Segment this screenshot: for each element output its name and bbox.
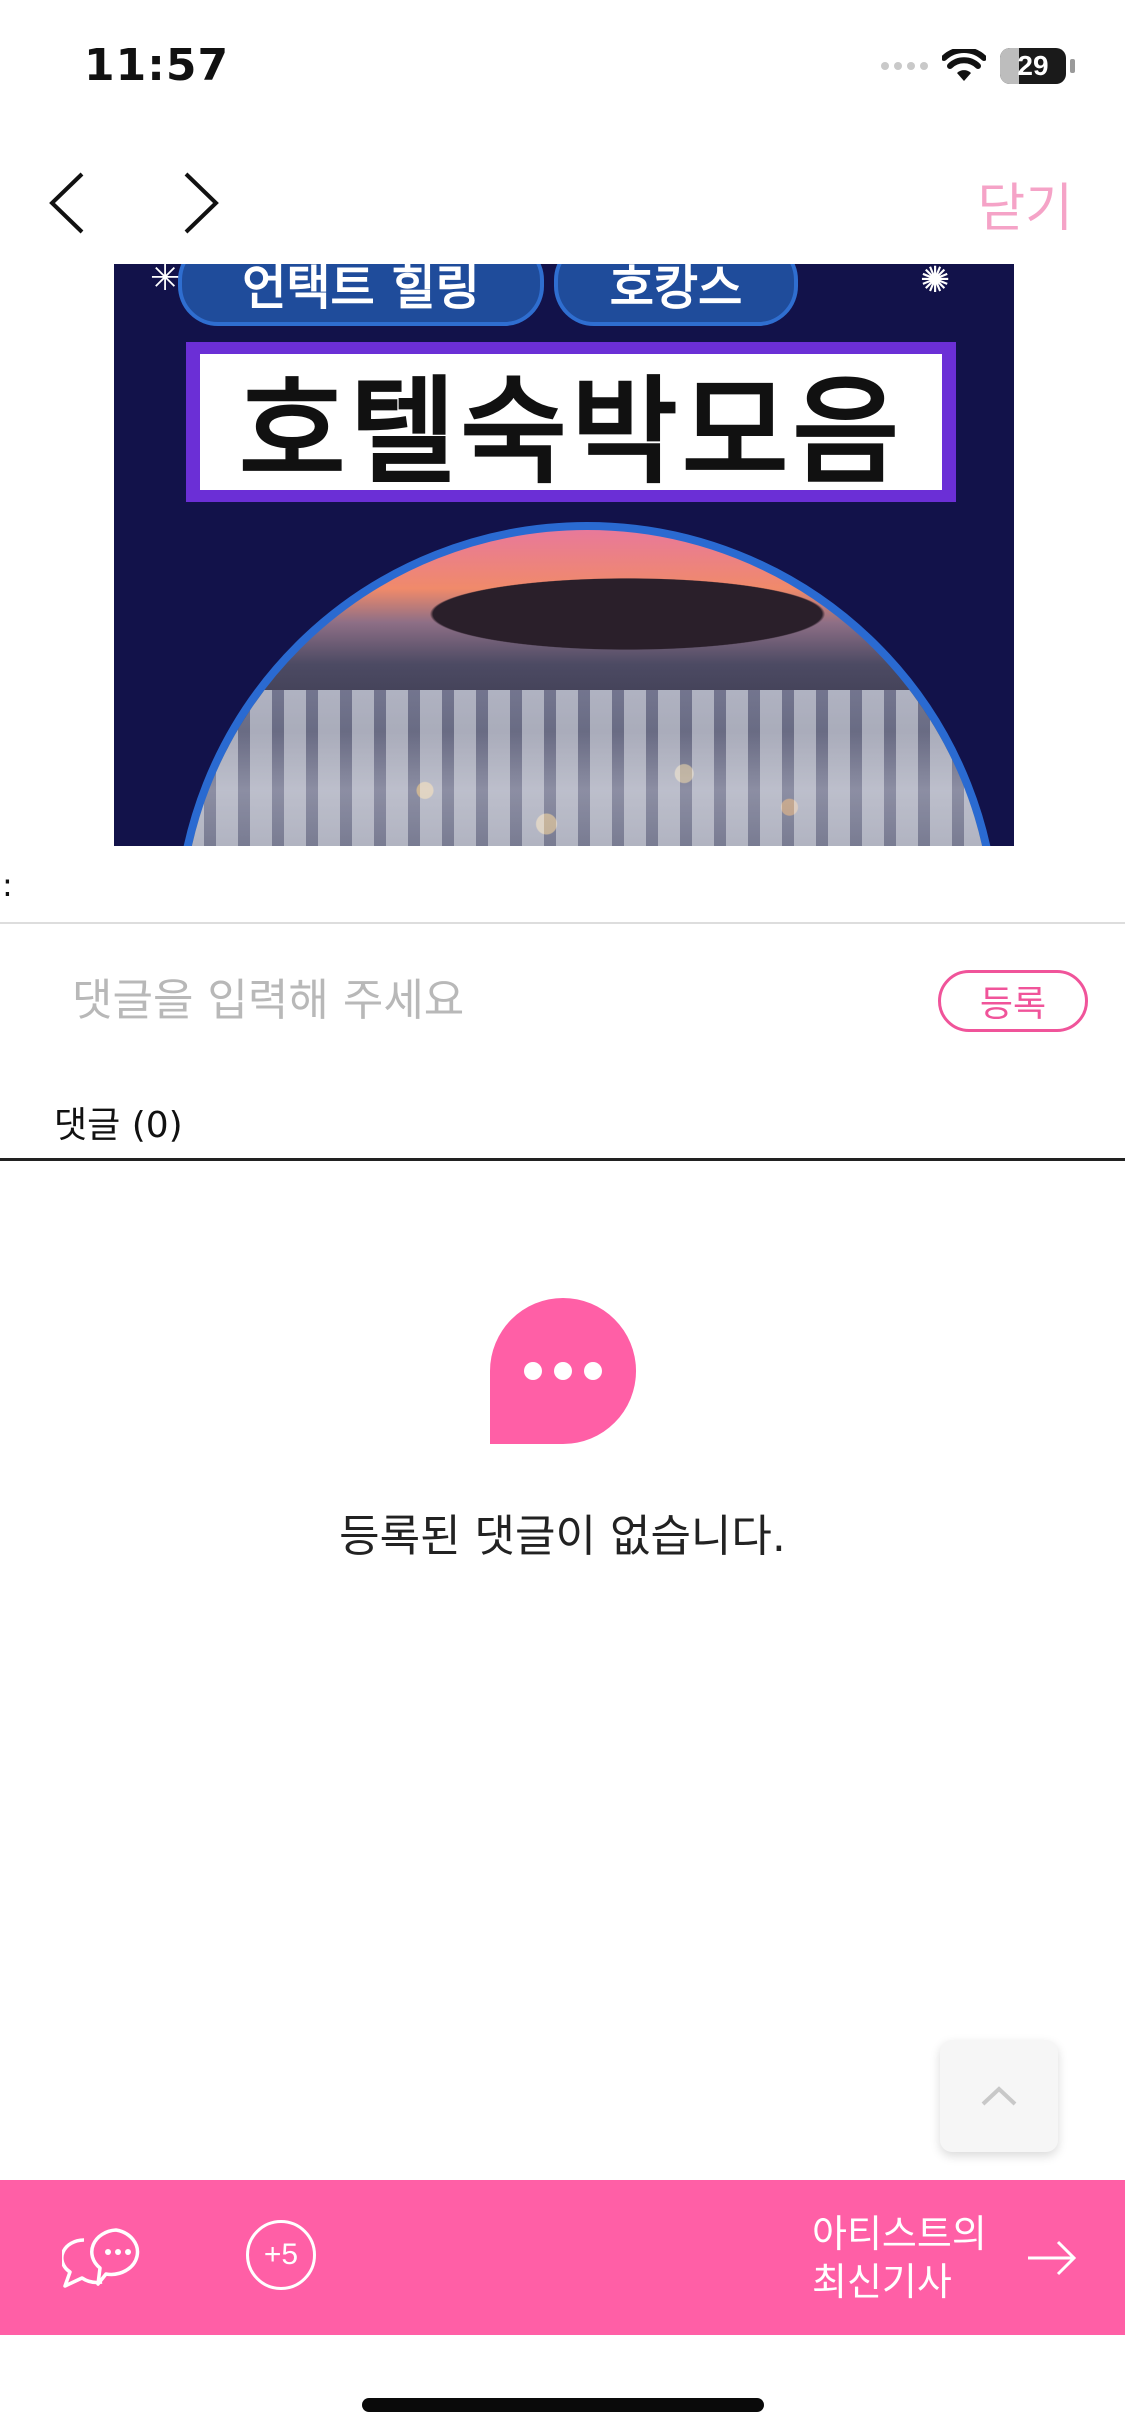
latest-label-line2: 최신기사: [812, 2260, 952, 2304]
banner-headline-box: 호텔숙박모음: [186, 342, 956, 502]
comment-divider: [0, 1158, 1125, 1161]
close-button[interactable]: 닫기: [977, 166, 1073, 241]
comment-count-label: 댓글: [54, 1105, 121, 1146]
scroll-top-button[interactable]: [940, 2040, 1058, 2152]
chevron-left-icon[interactable]: [40, 166, 100, 240]
banner-headline: 호텔숙박모음: [238, 365, 904, 500]
home-indicator: [362, 2398, 764, 2412]
plus-five-button[interactable]: +5: [246, 2220, 316, 2290]
battery-cap: [1070, 59, 1075, 73]
chevron-right-icon[interactable]: [170, 166, 230, 240]
arrow-right-icon[interactable]: [1024, 2238, 1080, 2278]
banner-resort-photo: [174, 522, 1000, 846]
comments-icon[interactable]: [62, 2222, 146, 2292]
status-bar: 11:57 29: [0, 0, 1125, 140]
battery-icon: 29: [1000, 48, 1066, 84]
artist-latest-articles-link[interactable]: 아티스트의 최신기사: [812, 2210, 987, 2306]
register-comment-button[interactable]: 등록: [938, 970, 1088, 1032]
wifi-icon: [942, 49, 986, 81]
banner-tag-untact: 언택트 힐링: [178, 264, 544, 326]
banner-city-lights: [182, 689, 992, 846]
status-time: 11:57: [84, 40, 230, 91]
comment-count: 댓글 (0): [54, 1096, 183, 1148]
comment-input[interactable]: [72, 960, 912, 1040]
status-indicators: 29: [881, 48, 1075, 84]
divider: [0, 922, 1125, 924]
colon-text: :: [2, 866, 13, 904]
cellular-signal-icon: [881, 62, 928, 70]
sparkle-icon: ✳: [150, 264, 181, 299]
top-nav: 닫기: [0, 140, 1125, 260]
ad-banner[interactable]: 언택트 힐링 호캉스 ✳ ✺ 호텔숙박모음: [114, 264, 1014, 846]
sparkle-icon: ✺: [920, 264, 951, 301]
comment-count-value: (0): [131, 1105, 183, 1146]
battery-percent: 29: [1017, 50, 1049, 81]
chevron-up-icon: [981, 2086, 1017, 2106]
speech-bubble-dots-icon: [490, 1298, 637, 1444]
banner-tag-hocance: 호캉스: [554, 264, 798, 326]
empty-comments-message: 등록된 댓글이 없습니다.: [339, 1511, 786, 1562]
latest-label-line1: 아티스트의: [812, 2212, 987, 2256]
bottom-bar: +5 아티스트의 최신기사: [0, 2180, 1125, 2335]
